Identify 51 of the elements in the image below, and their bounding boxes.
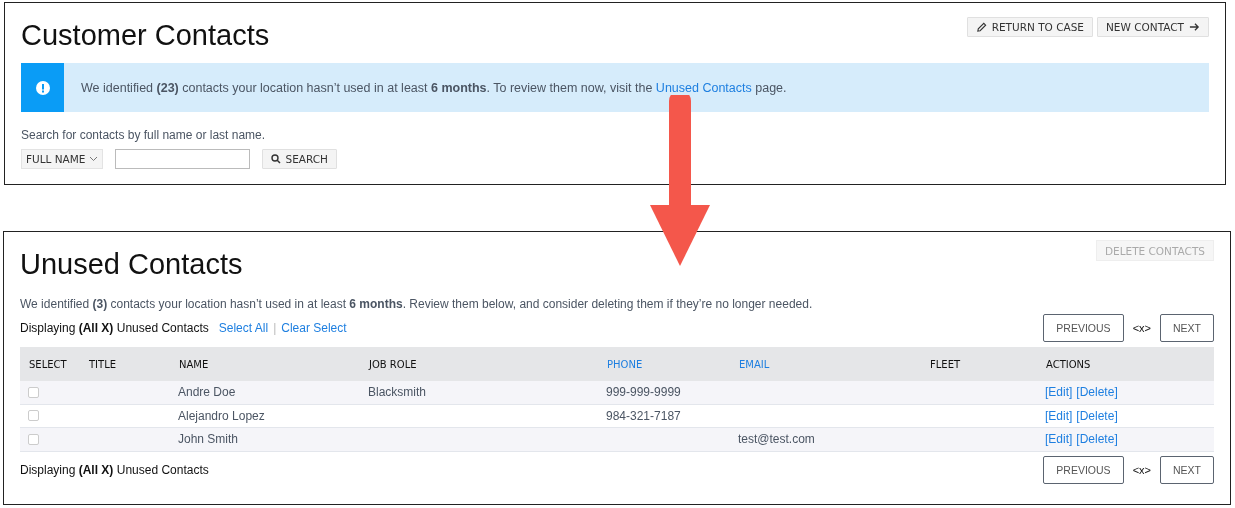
search-hint: Search for contacts by full name or last name. (21, 128, 267, 142)
column-header: FLEET (930, 358, 961, 370)
table-cell: Blacksmith (368, 385, 426, 400)
table-cell: Alejandro Lopez (178, 408, 265, 423)
page-indicator: <x> (1132, 463, 1151, 476)
next-button[interactable]: NEXT (1160, 455, 1214, 484)
intro-text: We identified (3) contacts your location hasn’t used in at least 6 months. Review them below, and consider deleting them if they’re no longer needed. (20, 297, 813, 311)
return-button[interactable]: RETURN TO CASE (966, 17, 1093, 37)
clear-select-link[interactable]: Clear Select (281, 321, 347, 335)
exclamation-icon (35, 80, 50, 95)
search-icon (270, 154, 281, 164)
page-title: Unused Contacts (20, 248, 243, 281)
banner-message: We identified (23) contacts your location hasn’t used in at least 6 months. To review them now, visit the Unused Contacts page. (81, 80, 787, 95)
column-header[interactable]: EMAIL (739, 358, 770, 370)
new-contact-button[interactable]: NEW CONTACT (1097, 17, 1209, 37)
column-header: TITLE (89, 358, 117, 370)
unused-contacts-link[interactable]: Unused Contacts (655, 80, 752, 95)
select-all-link[interactable]: Select All (218, 321, 269, 335)
search-mode-dropdown[interactable]: FULL NAME (21, 149, 103, 169)
table-cell: Andre Doe (178, 385, 236, 400)
arrow-right-icon (1189, 22, 1200, 32)
row-checkbox[interactable] (28, 433, 39, 445)
edit-link[interactable]: [Edit] (1045, 385, 1073, 400)
chevron-down-icon (88, 156, 98, 162)
column-header: JOB ROLE (369, 358, 417, 370)
table-cell: 984-321-7187 (606, 408, 681, 423)
next-button[interactable]: NEXT (1160, 314, 1214, 342)
page-title: Customer Contacts (21, 19, 270, 52)
edit-link[interactable]: [Edit] (1045, 408, 1073, 423)
page-indicator: <x> (1132, 322, 1151, 334)
table-cell: test@test.com (738, 432, 815, 447)
delete-link[interactable]: [Delete] (1076, 385, 1118, 400)
delete-link[interactable]: [Delete] (1076, 408, 1118, 423)
previous-button[interactable]: PREVIOUS (1043, 455, 1124, 484)
link-separator: | (273, 321, 277, 335)
column-header: SELECT (29, 358, 67, 370)
column-header: ACTIONS (1046, 358, 1091, 370)
pencil-icon (975, 21, 987, 33)
column-header: NAME (179, 358, 209, 370)
row-checkbox[interactable] (28, 410, 39, 422)
delete-link[interactable]: [Delete] (1076, 432, 1118, 447)
edit-link[interactable]: [Edit] (1045, 432, 1073, 447)
search-field[interactable] (114, 149, 250, 169)
column-header[interactable]: PHONE (607, 358, 643, 370)
displaying-text: Displaying (All X) Unused Contacts (20, 321, 209, 335)
search-button[interactable]: SEARCH (261, 149, 337, 169)
displaying-text: Displaying (All X) Unused Contacts (20, 462, 209, 477)
table-cell: 999-999-9999 (606, 385, 681, 400)
row-checkbox[interactable] (28, 386, 39, 398)
previous-button[interactable]: PREVIOUS (1043, 314, 1124, 342)
table-cell: John Smith (178, 432, 239, 447)
